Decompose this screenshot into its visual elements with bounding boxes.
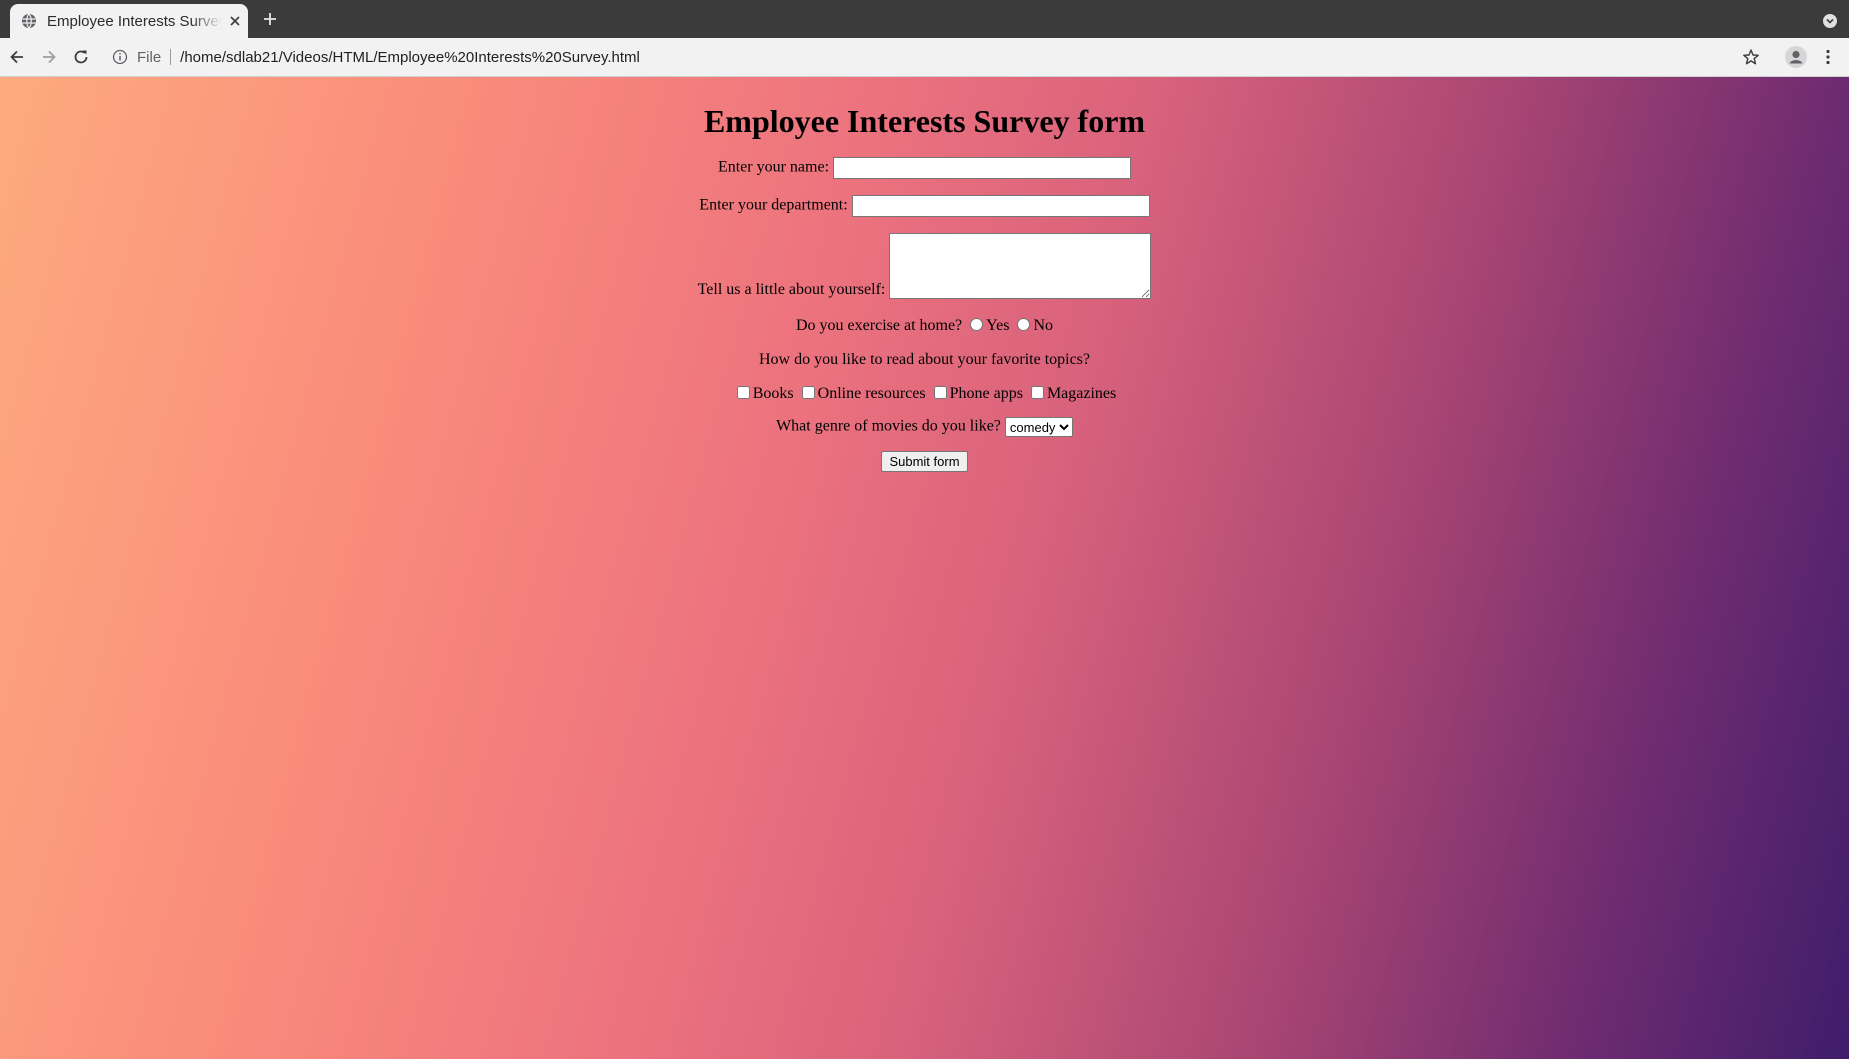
tab-search-chevron-icon[interactable] — [1823, 14, 1837, 28]
exercise-yes-label: Yes — [986, 317, 1010, 334]
about-row: Tell us a little about yourself: — [0, 233, 1849, 299]
books-label: Books — [752, 385, 794, 402]
movie-genre-select[interactable]: comedy — [1004, 417, 1073, 437]
tab-title: Employee Interests Survey form — [47, 12, 222, 30]
phone-apps-label: Phone apps — [949, 385, 1023, 402]
page-viewport: Employee Interests Survey form Enter you… — [0, 77, 1849, 1059]
online-resources-label: Online resources — [817, 385, 926, 402]
more-menu-icon[interactable] — [1819, 48, 1837, 66]
department-input[interactable] — [851, 195, 1150, 217]
browser-tab[interactable]: Employee Interests Survey form — [10, 4, 248, 38]
movie-row: What genre of movies do you like? comedy — [0, 417, 1849, 437]
page-title: Employee Interests Survey form — [703, 103, 1146, 139]
url-text[interactable]: /home/sdlab21/Videos/HTML/Employee%20Int… — [180, 49, 640, 66]
profile-avatar-icon[interactable] — [1785, 46, 1807, 68]
phone-apps-checkbox[interactable] — [933, 386, 947, 399]
name-row: Enter your name: — [0, 157, 1849, 179]
books-checkbox[interactable] — [736, 386, 750, 399]
back-arrow-icon[interactable] — [8, 48, 26, 66]
name-input[interactable] — [833, 157, 1132, 179]
submit-row: Submit form — [0, 451, 1849, 472]
globe-icon — [21, 13, 37, 29]
name-label: Enter your name: — [717, 158, 830, 176]
survey-form: Employee Interests Survey form Enter you… — [0, 77, 1849, 472]
movie-question: What genre of movies do you like? — [776, 417, 1001, 435]
exercise-question: Do you exercise at home? — [796, 317, 963, 334]
magazines-checkbox[interactable] — [1030, 386, 1044, 399]
close-icon[interactable] — [228, 14, 242, 28]
browser-tab-strip: Employee Interests Survey form — [0, 0, 1849, 38]
exercise-no-radio[interactable] — [1017, 318, 1031, 331]
info-icon[interactable] — [112, 49, 128, 65]
magazines-label: Magazines — [1046, 385, 1117, 402]
read-question: How do you like to read about your favor… — [758, 351, 1091, 368]
browser-toolbar: File /home/sdlab21/Videos/HTML/Employee%… — [0, 38, 1849, 77]
department-row: Enter your department: — [0, 195, 1849, 217]
forward-arrow-icon[interactable] — [40, 48, 58, 66]
read-question-row: How do you like to read about your favor… — [0, 351, 1849, 369]
submit-button[interactable]: Submit form — [881, 451, 968, 472]
address-bar[interactable]: File /home/sdlab21/Videos/HTML/Employee%… — [106, 42, 1746, 72]
exercise-row: Do you exercise at home? Yes No — [0, 317, 1849, 335]
url-separator — [170, 49, 172, 65]
bookmark-star-icon[interactable] — [1742, 48, 1760, 66]
read-options-row: Books Online resources Phone apps Magazi… — [0, 385, 1849, 403]
url-scheme-label: File — [137, 48, 162, 66]
online-resources-checkbox[interactable] — [801, 386, 815, 399]
department-label: Enter your department: — [699, 196, 848, 214]
about-label: Tell us a little about yourself: — [697, 281, 886, 298]
exercise-no-label: No — [1033, 317, 1053, 334]
about-textarea[interactable] — [889, 233, 1152, 299]
reload-icon[interactable] — [72, 48, 90, 66]
new-tab-icon[interactable] — [262, 11, 278, 27]
exercise-yes-radio[interactable] — [970, 318, 984, 331]
